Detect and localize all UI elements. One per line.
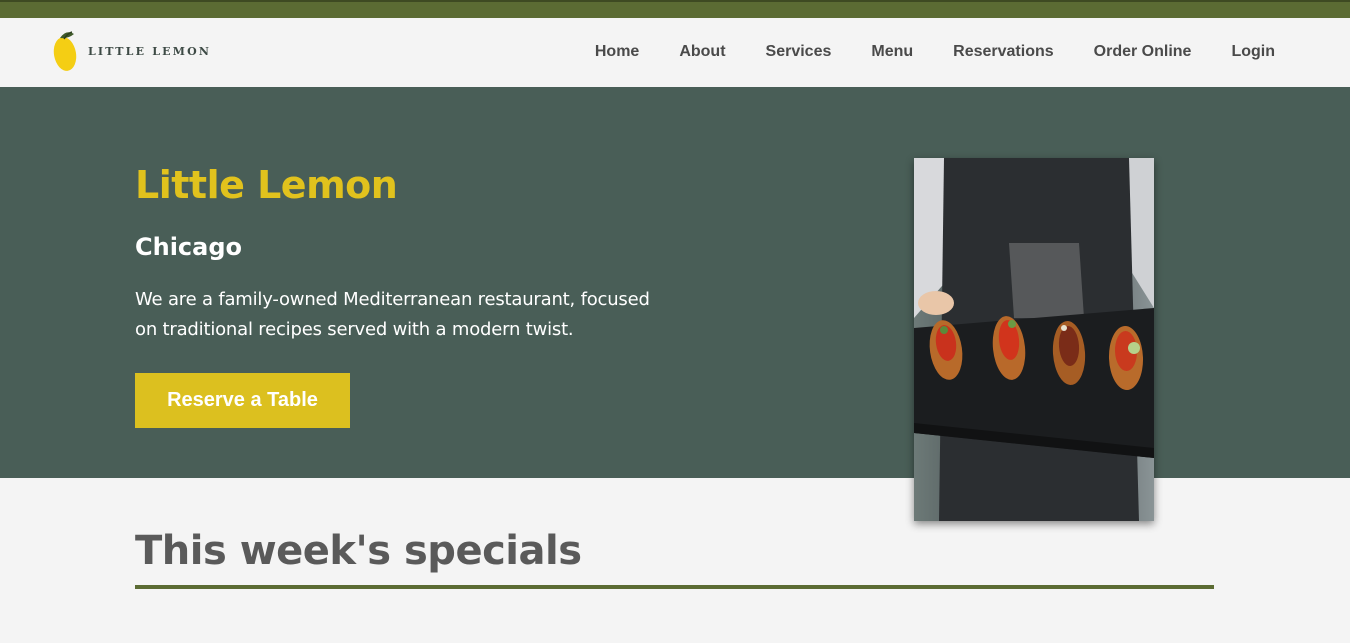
nav-about[interactable]: About — [679, 43, 725, 61]
logo-text: LITTLE LEMON — [88, 44, 212, 58]
nav-login[interactable]: Login — [1231, 43, 1275, 61]
hero-title: Little Lemon — [135, 163, 398, 207]
reserve-table-button[interactable]: Reserve a Table — [135, 373, 350, 428]
specials-divider — [135, 585, 1214, 589]
hero-food-photo — [914, 158, 1154, 521]
specials-heading: This week's specials — [135, 528, 582, 574]
logo[interactable]: LITTLE LEMON — [52, 29, 211, 73]
lemon-icon — [53, 31, 77, 71]
nav-services[interactable]: Services — [766, 43, 832, 61]
hero-description: We are a family-owned Mediterranean rest… — [135, 289, 650, 340]
nav-menu[interactable]: Menu — [871, 43, 913, 61]
hero-city: Chicago — [135, 233, 243, 261]
nav-home[interactable]: Home — [595, 43, 639, 61]
nav-reservations[interactable]: Reservations — [953, 43, 1054, 61]
top-accent-bar — [0, 0, 1350, 18]
nav-order-online[interactable]: Order Online — [1094, 43, 1192, 61]
site-header: LITTLE LEMON Home About Services Menu Re… — [0, 18, 1350, 87]
main-nav: Home About Services Menu Reservations Or… — [595, 43, 1275, 61]
